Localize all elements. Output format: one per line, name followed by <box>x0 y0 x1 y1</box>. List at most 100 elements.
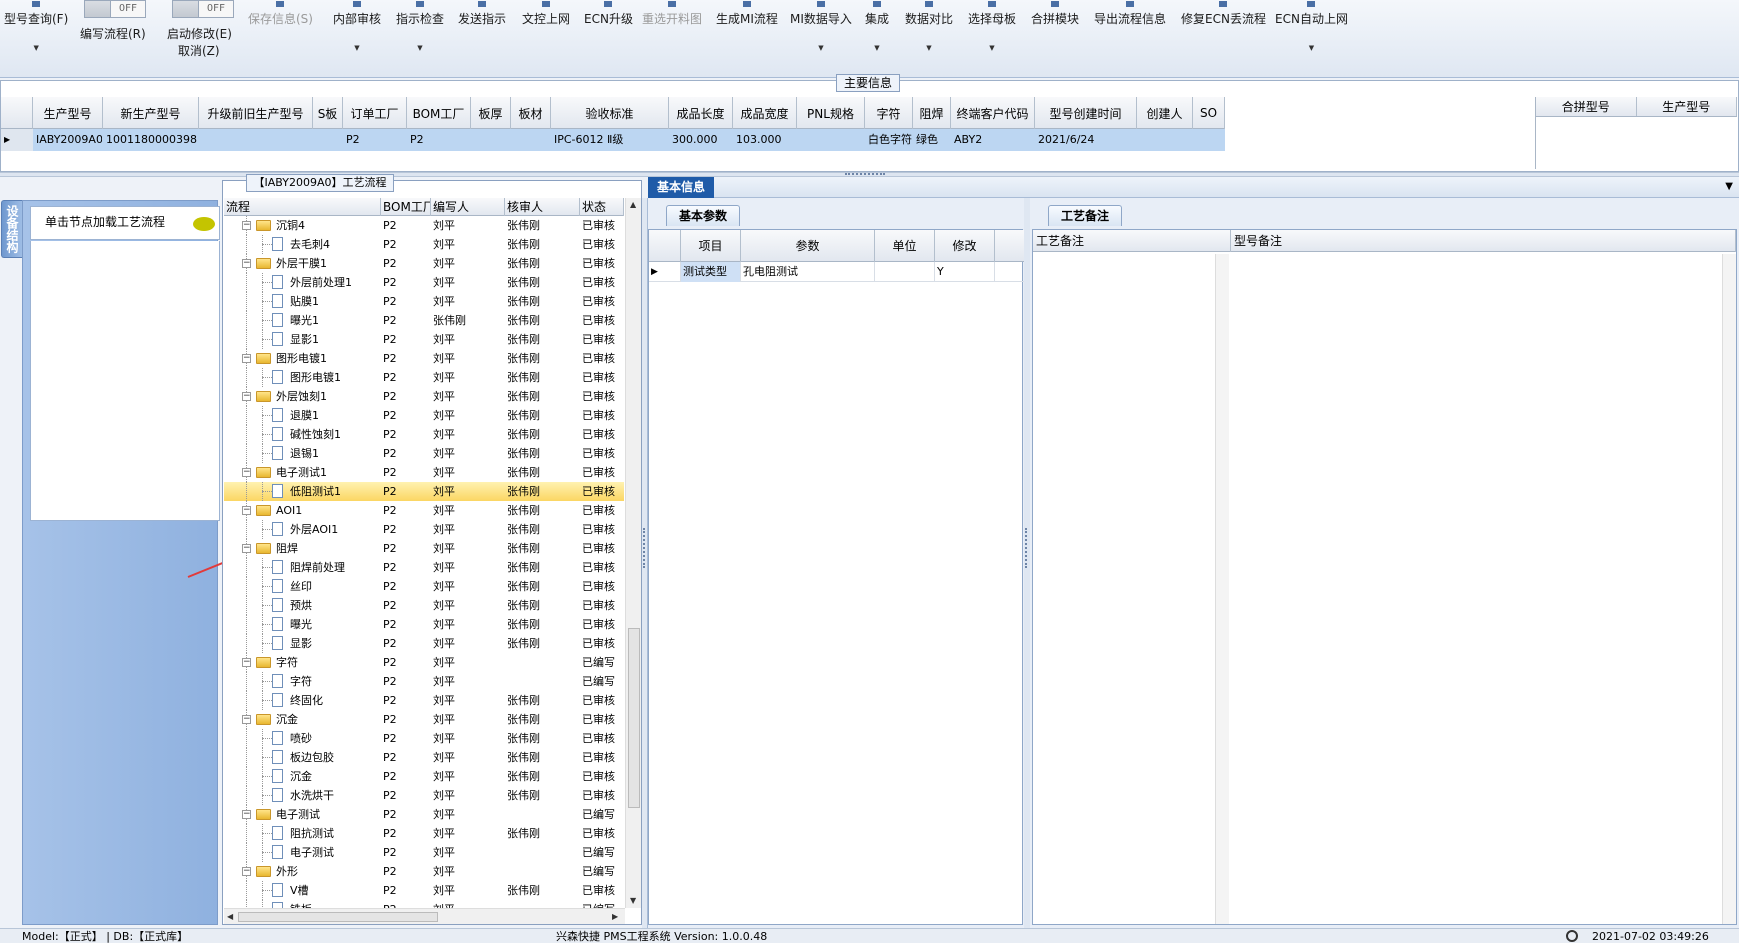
tree-node[interactable]: 碱性蚀刻1 <box>224 425 381 444</box>
process-col-header[interactable]: 编写人 <box>431 198 505 216</box>
main-info-cell[interactable]: P2 <box>343 129 407 151</box>
tree-row[interactable]: − 电子测试 P2 刘平 已编写 <box>224 805 624 824</box>
process-horizontal-scrollbar[interactable]: ◀ ▶ <box>224 908 625 924</box>
tree-row[interactable]: 外层前处理1 P2 刘平 张伟刚 已审核 <box>224 273 624 292</box>
param-col-header[interactable]: 参数 <box>741 230 875 262</box>
toolbar-button[interactable]: 发送指示 <box>458 1 506 27</box>
main-info-col-header[interactable]: 新生产型号 <box>103 97 199 129</box>
chevron-down-icon[interactable]: ▼ <box>874 44 879 52</box>
tree-node[interactable]: 退膜1 <box>224 406 381 425</box>
tree-node[interactable]: 阻焊前处理 <box>224 558 381 577</box>
tree-row[interactable]: 低阻测试1 P2 刘平 张伟刚 已审核 <box>224 482 624 501</box>
chevron-down-icon[interactable]: ▼ <box>818 44 823 52</box>
toolbar-button[interactable]: 文控上网 <box>522 1 570 27</box>
param-value[interactable]: 孔电阻测试 <box>741 262 875 282</box>
main-info-col-header[interactable]: S板 <box>313 97 343 129</box>
toolbar-button[interactable]: 合拼模块 <box>1031 1 1079 27</box>
tree-node[interactable]: − 外形 <box>224 862 381 881</box>
tree-node[interactable]: − 阻焊 <box>224 539 381 558</box>
tree-node[interactable]: V槽 <box>224 881 381 900</box>
main-info-cell[interactable]: IABY2009A0 <box>33 129 103 151</box>
tree-row[interactable]: 铣板 P2刘平 已编写 <box>224 900 624 908</box>
collapse-icon[interactable]: − <box>242 468 251 477</box>
tree-node[interactable]: 低阻测试1 <box>224 482 381 501</box>
main-info-cell[interactable] <box>1193 129 1225 151</box>
tree-row[interactable]: 终固化 P2 刘平 张伟刚 已审核 <box>224 691 624 710</box>
tree-row[interactable]: 电子测试 P2 刘平 已编写 <box>224 843 624 862</box>
main-info-col-header[interactable]: 板厚 <box>471 97 511 129</box>
toolbar-button[interactable]: 选择母板 ▼ <box>968 1 1016 52</box>
vertical-tab-equipment[interactable]: 设备结构 <box>1 200 22 258</box>
toolbar-button[interactable]: 指示检查 ▼ <box>396 1 444 52</box>
toolbar-button[interactable]: 集成 ▼ <box>865 1 889 52</box>
tree-row[interactable]: 阻焊前处理 P2 刘平 张伟刚 已审核 <box>224 558 624 577</box>
main-info-cell[interactable] <box>313 129 343 151</box>
toolbar-button[interactable]: 生成MI流程 <box>716 1 778 27</box>
main-info-cell[interactable]: IPC-6012 Ⅱ级 <box>551 129 669 151</box>
tab-basic-info[interactable]: 基本信息 <box>648 177 714 198</box>
main-info-col-header[interactable]: PNL规格 <box>797 97 865 129</box>
tree-row[interactable]: 预烘 P2 刘平 张伟刚 已审核 <box>224 596 624 615</box>
tree-node[interactable]: − 字符 <box>224 653 381 672</box>
scroll-thumb[interactable] <box>628 628 640 808</box>
main-info-col-header[interactable]: 板材 <box>511 97 551 129</box>
tree-node[interactable]: − 外层干膜1 <box>224 254 381 273</box>
tree-node[interactable]: 板边包胶 <box>224 748 381 767</box>
tree-node[interactable]: − 外层蚀刻1 <box>224 387 381 406</box>
chevron-down-icon[interactable]: ▼ <box>989 44 994 52</box>
chevron-down-icon[interactable]: ▼ <box>1725 181 1733 192</box>
main-info-cell[interactable]: 300.000 <box>669 129 733 151</box>
collapse-icon[interactable]: − <box>242 259 251 268</box>
tree-row[interactable]: V槽 P2 刘平 张伟刚 已审核 <box>224 881 624 900</box>
tree-node[interactable]: − 电子测试 <box>224 805 381 824</box>
process-tree[interactable]: − 沉铜4 P2 刘平 张伟刚 已审核 去毛刺4 P2 刘平 张伟刚 已审核 − 外层干膜1 P2 刘平 张伟… <box>224 216 624 908</box>
tree-node[interactable]: 预烘 <box>224 596 381 615</box>
merge-col-header[interactable]: 合拼型号 <box>1536 97 1637 116</box>
main-info-col-header[interactable]: 成品长度 <box>669 97 733 129</box>
tree-row[interactable]: 碱性蚀刻1 P2 刘平 张伟刚 已审核 <box>224 425 624 444</box>
tree-row[interactable]: 丝印 P2 刘平 张伟刚 已审核 <box>224 577 624 596</box>
param-col-header[interactable]: 单位 <box>875 230 935 262</box>
tree-row[interactable]: 阻抗测试 P2 刘平 张伟刚 已审核 <box>224 824 624 843</box>
main-info-cell[interactable] <box>199 129 313 151</box>
main-info-cell[interactable]: ABY2 <box>951 129 1035 151</box>
process-vertical-scrollbar[interactable]: ▲ ▼ <box>625 198 641 908</box>
toolbar-button[interactable]: 内部审核 ▼ <box>333 1 381 52</box>
param-unit[interactable] <box>875 262 935 282</box>
tree-row[interactable]: 板边包胶 P2 刘平 张伟刚 已审核 <box>224 748 624 767</box>
tree-row[interactable]: 显影1 P2 刘平 张伟刚 已审核 <box>224 330 624 349</box>
tree-node[interactable]: 丝印 <box>224 577 381 596</box>
tree-node[interactable]: 水洗烘干 <box>224 786 381 805</box>
main-info-col-header[interactable]: 成品宽度 <box>733 97 797 129</box>
tree-row[interactable]: 喷砂 P2 刘平 张伟刚 已审核 <box>224 729 624 748</box>
chevron-down-icon[interactable]: ▼ <box>926 44 931 52</box>
tree-node[interactable]: 外层前处理1 <box>224 273 381 292</box>
collapse-icon[interactable]: − <box>242 715 251 724</box>
main-info-col-header[interactable]: 型号创建时间 <box>1035 97 1137 129</box>
collapse-icon[interactable]: − <box>242 506 251 515</box>
main-info-col-header[interactable]: 订单工厂 <box>343 97 407 129</box>
toggle-knob[interactable] <box>85 1 111 17</box>
tree-node[interactable]: 贴膜1 <box>224 292 381 311</box>
main-info-cell[interactable]: 白色字符 <box>865 129 913 151</box>
toolbar-button[interactable]: 导出流程信息 <box>1094 1 1166 27</box>
main-info-col-header[interactable]: 生产型号 <box>33 97 103 129</box>
collapse-icon[interactable]: − <box>242 221 251 230</box>
collapse-icon[interactable]: − <box>242 354 251 363</box>
tree-row[interactable]: − 沉铜4 P2 刘平 张伟刚 已审核 <box>224 216 624 235</box>
chevron-down-icon[interactable]: ▼ <box>354 44 359 52</box>
tree-node[interactable]: 字符 <box>224 672 381 691</box>
toolbar-button[interactable]: 重选开料图 <box>642 1 702 27</box>
toggle-switch[interactable]: OFF <box>84 0 146 18</box>
toggle-knob[interactable] <box>173 1 199 17</box>
equipment-tree-area[interactable] <box>30 241 220 521</box>
main-info-cell[interactable] <box>471 129 511 151</box>
model-note-scrollbar[interactable] <box>1722 254 1736 924</box>
tree-row[interactable]: − 电子测试1 P2 刘平 张伟刚 已审核 <box>224 463 624 482</box>
main-info-cell[interactable]: 10011800003981 <box>103 129 199 151</box>
toolbar-button[interactable]: 数据对比 ▼ <box>905 1 953 52</box>
tab-process-notes[interactable]: 工艺备注 <box>1048 205 1123 226</box>
tree-row[interactable]: 贴膜1 P2 刘平 张伟刚 已审核 <box>224 292 624 311</box>
main-info-cell[interactable]: 103.000 <box>733 129 797 151</box>
splitter-grip[interactable] <box>1025 528 1028 568</box>
